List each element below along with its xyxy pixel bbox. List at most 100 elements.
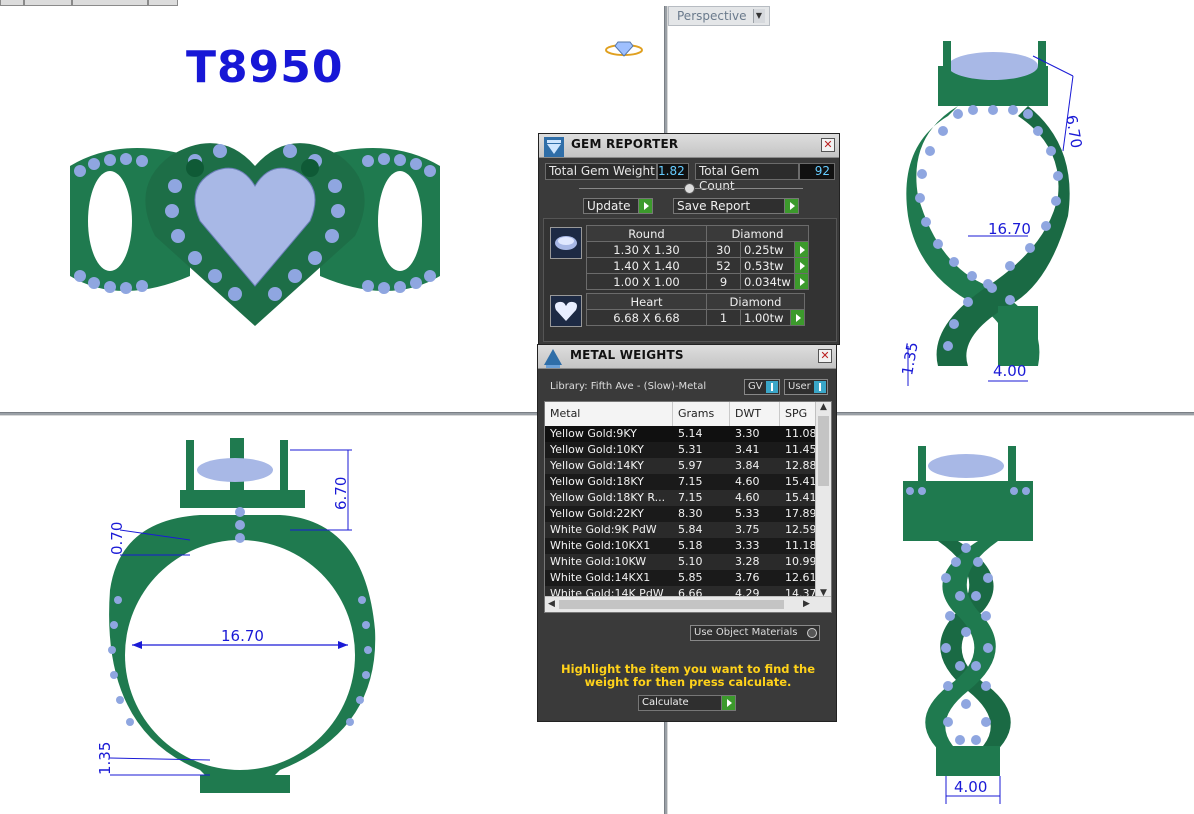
collapse-handle-icon[interactable]	[684, 183, 695, 194]
scroll-up-icon[interactable]: ▲	[820, 402, 827, 412]
gem-reporter-titlebar[interactable]: GEM REPORTER ✕	[539, 134, 839, 158]
metal-row[interactable]: Yellow Gold:9KY 5.14 3.30 11.08	[545, 426, 817, 442]
gem-weight: 1.00tw	[740, 309, 791, 326]
select-gem-icon[interactable]	[793, 241, 809, 258]
dimension-label: 1.35	[96, 742, 114, 775]
column-header-dwt[interactable]: DWT	[730, 402, 780, 426]
select-gem-icon[interactable]	[793, 273, 809, 290]
metal-name: Yellow Gold:9KY	[550, 427, 637, 440]
metal-list[interactable]: Metal Grams DWT SPG Yellow Gold:9KY 5.14 3…	[544, 401, 832, 613]
column-header-metal[interactable]: Metal	[545, 402, 673, 426]
total-gem-count-label: Total Gem Count	[695, 163, 799, 193]
metal-spg: 10.99	[785, 555, 817, 568]
app-window: T8950 Perspective ▼ 6.70 16.70 1.35 4.00…	[0, 0, 1194, 814]
metal-name: White Gold:14KX1	[550, 571, 651, 584]
metal-spg: 11.08	[785, 427, 817, 440]
gem-weight: 0.53tw	[740, 257, 795, 274]
metal-grams: 7.15	[678, 491, 703, 504]
metal-grams: 5.14	[678, 427, 703, 440]
scroll-left-icon[interactable]: ◀	[548, 599, 555, 609]
ring-side-view: 6.70 16.70 1.35 4.00	[898, 41, 1086, 386]
gem-size: 1.00 X 1.00	[586, 273, 707, 290]
close-icon[interactable]: ✕	[818, 349, 832, 363]
heart-gem-table: Heart Diamond 6.68 X 6.68 1 1.00tw	[586, 293, 805, 326]
gem-row[interactable]: 1.30 X 1.30 30 0.25tw	[586, 241, 809, 258]
metal-list-rows: Yellow Gold:9KY 5.14 3.30 11.08 Yellow Gold:…	[545, 426, 817, 602]
total-gem-weight-value: 1.82	[657, 163, 689, 180]
info-icon	[814, 381, 826, 393]
scrollbar-thumb[interactable]	[559, 600, 784, 609]
gem-row[interactable]: 1.40 X 1.40 52 0.53tw	[586, 257, 809, 274]
select-gem-icon[interactable]	[793, 257, 809, 274]
gv-toggle[interactable]: GV	[744, 379, 780, 395]
metal-row[interactable]: Yellow Gold:18KY R... 7.15 4.60 15.41	[545, 490, 817, 506]
metal-weights-titlebar[interactable]: METAL WEIGHTS ✕	[538, 345, 836, 369]
gem-count: 1	[706, 309, 741, 326]
metal-grams: 8.30	[678, 507, 703, 520]
use-object-materials-label: Use Object Materials	[694, 627, 798, 638]
close-icon[interactable]: ✕	[821, 138, 835, 152]
viewport-label-text: Perspective	[677, 9, 747, 23]
metal-weights-icon	[544, 349, 562, 368]
ring-front-view: 6.70 0.70 16.70 1.35	[96, 438, 376, 793]
dimension-label: 0.70	[108, 522, 126, 555]
update-button[interactable]: Update	[583, 198, 653, 214]
user-toggle[interactable]: User	[784, 379, 828, 395]
metal-name: Yellow Gold:14KY	[550, 459, 644, 472]
horizontal-scrollbar[interactable]: ◀ ▶	[545, 596, 831, 612]
metal-row[interactable]: White Gold:10KX1 5.18 3.33 11.18	[545, 538, 817, 554]
gem-count: 30	[706, 241, 741, 258]
info-icon	[766, 381, 778, 393]
metal-name: Yellow Gold:22KY	[550, 507, 644, 520]
use-object-materials-toggle[interactable]: Use Object Materials	[690, 625, 820, 641]
column-header-grams[interactable]: Grams	[673, 402, 730, 426]
vertical-scrollbar[interactable]: ▲ ▼	[815, 402, 831, 598]
gem-size: 6.68 X 6.68	[586, 309, 707, 326]
scroll-right-icon[interactable]: ▶	[803, 599, 810, 609]
scrollbar-thumb[interactable]	[818, 416, 829, 486]
metal-name: White Gold:10KW	[550, 555, 647, 568]
metal-weights-panel: METAL WEIGHTS ✕ Library: Fifth Ave - (Sl…	[537, 344, 837, 722]
gem-weight: 0.25tw	[740, 241, 795, 258]
gem-row[interactable]: 6.68 X 6.68 1 1.00tw	[586, 309, 805, 326]
metal-row[interactable]: Yellow Gold:10KY 5.31 3.41 11.45	[545, 442, 817, 458]
metal-row[interactable]: Yellow Gold:18KY 7.15 4.60 15.41	[545, 474, 817, 490]
total-gem-count-value: 92	[799, 163, 835, 180]
metal-row[interactable]: White Gold:9K PdW 5.84 3.75 12.59	[545, 522, 817, 538]
go-arrow-icon	[638, 199, 652, 213]
select-gem-icon[interactable]	[790, 309, 805, 326]
dimension-label: 4.00	[954, 778, 987, 796]
metal-spg: 11.45	[785, 443, 817, 456]
metal-grams: 5.31	[678, 443, 703, 456]
metal-row[interactable]: Yellow Gold:14KY 5.97 3.84 12.88	[545, 458, 817, 474]
gem-shape-header: Round	[586, 225, 707, 242]
metal-row[interactable]: Yellow Gold:22KY 8.30 5.33 17.89	[545, 506, 817, 522]
metal-name: Yellow Gold:10KY	[550, 443, 644, 456]
column-header-spg[interactable]: SPG	[780, 402, 817, 426]
metal-name: White Gold:10KX1	[550, 539, 651, 552]
dimension-label: 6.70	[332, 477, 350, 510]
gem-size: 1.30 X 1.30	[586, 241, 707, 258]
metal-spg: 12.61	[785, 571, 817, 584]
dimension-label: 1.35	[898, 341, 922, 377]
metal-row[interactable]: White Gold:10KW 5.10 3.28 10.99	[545, 554, 817, 570]
metal-dwt: 3.30	[735, 427, 760, 440]
save-report-button[interactable]: Save Report	[673, 198, 799, 214]
ring-logo-icon	[605, 41, 643, 57]
metal-grams: 7.15	[678, 475, 703, 488]
metal-row[interactable]: White Gold:14KX1 5.85 3.76 12.61	[545, 570, 817, 586]
radio-icon	[807, 628, 817, 638]
gem-shape-header: Heart	[586, 293, 707, 310]
total-gem-weight-label: Total Gem Weight	[545, 163, 657, 180]
dimension-label: 16.70	[988, 220, 1031, 238]
metal-list-header: Metal Grams DWT SPG	[545, 402, 817, 426]
calculate-button[interactable]: Calculate	[638, 695, 736, 711]
viewport-label[interactable]: Perspective ▼	[668, 6, 770, 26]
gem-count: 9	[706, 273, 741, 290]
heart-gem-icon	[550, 295, 582, 327]
gem-row[interactable]: 1.00 X 1.00 9 0.034tw	[586, 273, 809, 290]
metal-dwt: 3.33	[735, 539, 760, 552]
chevron-down-icon[interactable]: ▼	[752, 9, 765, 23]
gem-material-header: Diamond	[706, 225, 809, 242]
metal-dwt: 4.60	[735, 491, 760, 504]
